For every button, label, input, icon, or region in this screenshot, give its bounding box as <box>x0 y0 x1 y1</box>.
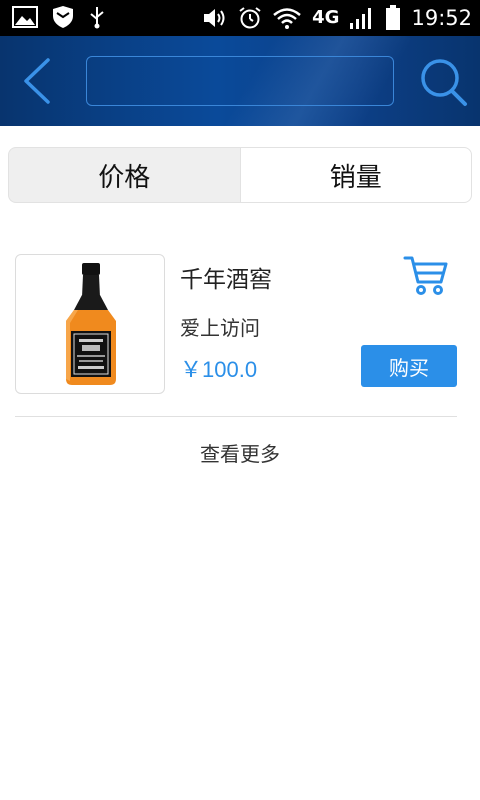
shield-icon <box>53 6 73 28</box>
search-input[interactable] <box>86 56 394 106</box>
product-subtitle: 爱上访问 <box>180 316 260 340</box>
alarm-icon <box>239 7 261 29</box>
product-name[interactable]: 千年酒窖 <box>180 260 272 294</box>
product-price: ￥100.0 <box>180 357 258 382</box>
usb-icon <box>90 7 104 29</box>
signal-icon <box>350 8 372 29</box>
volume-icon <box>204 9 225 27</box>
wifi-icon <box>273 8 301 29</box>
image-icon <box>12 6 38 28</box>
load-more-link[interactable]: 查看更多 <box>0 438 480 467</box>
status-bar: 4G 19:52 <box>0 0 480 36</box>
back-button[interactable] <box>14 54 64 108</box>
tab-sort-sales[interactable]: 销量 <box>239 147 472 203</box>
product-image[interactable] <box>15 254 165 394</box>
product-item[interactable]: 千年酒窖 爱上访问 ￥100.0 购买 <box>15 254 457 394</box>
shopping-cart-icon <box>403 256 448 295</box>
search-button[interactable] <box>416 54 470 108</box>
sort-tabs: 价格 销量 <box>8 147 472 203</box>
buy-button[interactable]: 购买 <box>361 345 457 387</box>
list-divider <box>15 416 457 417</box>
whiskey-bottle-icon <box>66 263 116 385</box>
header-bar <box>0 36 480 126</box>
battery-icon <box>386 5 401 30</box>
status-time: 19:52 <box>411 6 472 30</box>
chevron-left-icon <box>24 58 50 104</box>
network-type: 4G <box>312 7 340 28</box>
search-icon <box>421 59 467 106</box>
tab-sort-price[interactable]: 价格 <box>8 147 240 203</box>
add-to-cart-button[interactable] <box>403 254 449 296</box>
